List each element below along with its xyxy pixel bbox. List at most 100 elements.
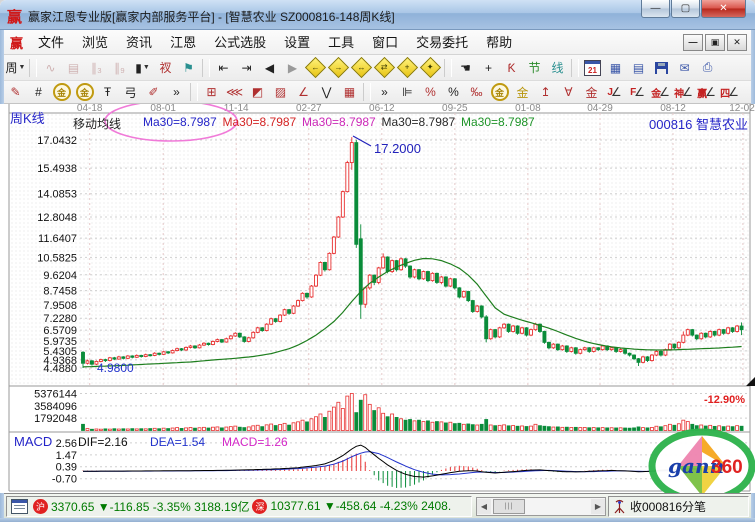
- bar-prev-button[interactable]: ◀: [259, 58, 280, 77]
- period-week-selector-button[interactable]: 周▼: [5, 58, 26, 77]
- price-box-button[interactable]: ▨: [270, 83, 291, 102]
- page-first-button[interactable]: ⇤: [213, 58, 234, 77]
- minimize-button[interactable]: —: [641, 0, 670, 18]
- menu-item-浏览[interactable]: 浏览: [73, 32, 117, 53]
- pct-strike-button[interactable]: %: [420, 83, 441, 102]
- gold-ring-2-button[interactable]: 金: [74, 83, 95, 102]
- gann-jump-right-button[interactable]: →: [328, 58, 349, 77]
- gold-equal-button[interactable]: 金: [581, 83, 602, 102]
- candle-style-button[interactable]: ▮▼: [132, 58, 153, 77]
- coin-paren-button[interactable]: 金: [489, 83, 510, 102]
- arc-bow-tool-button[interactable]: 弓: [120, 83, 141, 102]
- title-bar[interactable]: 赢 赢家江恩专业版[赢家内部服务平台] - [智慧农业 SZ000816-148…: [0, 0, 755, 30]
- menu-item-江恩[interactable]: 江恩: [161, 32, 205, 53]
- gann-swap-button[interactable]: ⇄: [374, 58, 395, 77]
- trend-curves-button[interactable]: ∿: [40, 58, 61, 77]
- mdi-minimize-button[interactable]: —: [683, 34, 703, 51]
- pencil-badge-button[interactable]: ✐: [143, 83, 164, 102]
- bar-next-button[interactable]: ▶: [282, 58, 303, 77]
- scroll-thumb[interactable]: |||: [493, 499, 525, 514]
- menu-item-资讯[interactable]: 资讯: [117, 32, 161, 53]
- angle-gold-button[interactable]: 金∠: [650, 83, 671, 102]
- pencil-tool-button[interactable]: ✎: [5, 83, 26, 102]
- shanghai-icon: 沪: [33, 499, 48, 514]
- calculator-button[interactable]: ▦: [605, 58, 626, 77]
- save-disk-button[interactable]: [651, 58, 672, 77]
- net-transfer-button[interactable]: ✉: [674, 58, 695, 77]
- svg-text:0.39: 0.39: [56, 462, 77, 474]
- volume-bars: [82, 393, 744, 430]
- horizontal-scrollbar[interactable]: ◀ ||| ▶: [476, 497, 606, 516]
- close-button[interactable]: ✕: [701, 0, 746, 18]
- mdi-restore-button[interactable]: ▣: [705, 34, 725, 51]
- gann-cross-button[interactable]: +: [397, 58, 418, 77]
- gold-ring-1-button[interactable]: 金: [51, 83, 72, 102]
- gann-point-button[interactable]: ✦: [420, 58, 441, 77]
- angle-shen-button[interactable]: 神∠: [673, 83, 694, 102]
- menu-item-工具[interactable]: 工具: [319, 32, 363, 53]
- more-tools-2-button[interactable]: »: [374, 83, 395, 102]
- svg-text:4.4880: 4.4880: [43, 363, 77, 375]
- crosshair-button[interactable]: +: [478, 58, 499, 77]
- gold-lines-button[interactable]: 金: [512, 83, 533, 102]
- cycle-9-button[interactable]: ∥₉: [109, 58, 130, 77]
- menu-item-文件[interactable]: 文件: [29, 32, 73, 53]
- gann-jump-left-button[interactable]: ←: [305, 58, 326, 77]
- macd-header-value: DEA=1.54: [150, 435, 205, 449]
- f-ruler-button[interactable]: Ŧ: [97, 83, 118, 102]
- festival-marker-button[interactable]: 节: [524, 58, 545, 77]
- maximize-button[interactable]: ▢: [671, 0, 700, 18]
- menu-item-帮助[interactable]: 帮助: [477, 32, 521, 53]
- chan-lines-button[interactable]: 线: [547, 58, 568, 77]
- fan-in-square-button[interactable]: ◩: [247, 83, 268, 102]
- wave-a-tool-button[interactable]: ∀: [558, 83, 579, 102]
- gann-square-button[interactable]: ⊞: [201, 83, 222, 102]
- ma-caption: 移动均线: [73, 115, 121, 132]
- angle-j-button[interactable]: J∠: [604, 83, 625, 102]
- info-board-button[interactable]: ▤: [63, 58, 84, 77]
- hash-ruler-button[interactable]: #: [28, 83, 49, 102]
- mdi-close-button[interactable]: ✕: [727, 34, 747, 51]
- menu-item-交易委托[interactable]: 交易委托: [407, 32, 477, 53]
- toolbar-separator: [571, 59, 579, 77]
- toolbar-separator: [29, 59, 37, 77]
- gann-expand-h-button[interactable]: ↔: [351, 58, 372, 77]
- wave-zigzag-button[interactable]: ⋁: [316, 83, 337, 102]
- menu-item-窗口[interactable]: 窗口: [363, 32, 407, 53]
- cycle-3-button[interactable]: ∥₃: [86, 58, 107, 77]
- scroll-right-arrow[interactable]: ▶: [591, 499, 605, 514]
- kline-overlay-button[interactable]: 衩: [155, 58, 176, 77]
- menu-item-设置[interactable]: 设置: [275, 32, 319, 53]
- svg-text:08-12: 08-12: [660, 104, 686, 114]
- ma30-value-label: Ma30=8.7987: [223, 115, 297, 129]
- page-last-button[interactable]: ⇥: [236, 58, 257, 77]
- color-lines-button[interactable]: ⚑: [178, 58, 199, 77]
- gann-fan-button[interactable]: ⋘: [224, 83, 245, 102]
- toolbar-separator: [202, 59, 210, 77]
- app-window: 赢 赢家江恩专业版[赢家内部服务平台] - [智慧农业 SZ000816-148…: [0, 0, 755, 522]
- pct-plain-button[interactable]: %: [443, 83, 464, 102]
- scroll-left-arrow[interactable]: ◀: [477, 499, 491, 514]
- angle-si-button[interactable]: 四∠: [719, 83, 740, 102]
- pct-line-button[interactable]: ‰: [466, 83, 487, 102]
- more-tools-1-button[interactable]: »: [166, 83, 187, 102]
- key-measure-button[interactable]: Ƙ: [501, 58, 522, 77]
- angle-ying-button[interactable]: 赢∠: [696, 83, 717, 102]
- marker-pen-button[interactable]: ↥: [535, 83, 556, 102]
- printer-button[interactable]: ⎙: [697, 58, 718, 77]
- svg-text:09-25: 09-25: [442, 104, 468, 114]
- ma30-value-label: Ma30=8.7987: [461, 115, 535, 129]
- toolbar-separator: [190, 83, 198, 101]
- grid-overlay-button[interactable]: ▦: [339, 83, 360, 102]
- measure-bars-button[interactable]: ⊫: [397, 83, 418, 102]
- calendar-21-button[interactable]: 21: [582, 58, 603, 77]
- menu-item-公式选股[interactable]: 公式选股: [205, 32, 275, 53]
- toolbar-drawing: ✎#金金Ŧ弓✐»⊞⋘◩▨∠⋁▦»⊫%%‰金金↥∀金J∠F∠金∠神∠赢∠四∠: [4, 81, 751, 104]
- drag-hand-button[interactable]: ☚: [455, 58, 476, 77]
- shenzhen-index: 10377.61 ▼-458.64 -4.23% 2408.: [270, 499, 451, 513]
- angle-f-button[interactable]: F∠: [627, 83, 648, 102]
- angle-line-button[interactable]: ∠: [293, 83, 314, 102]
- calendar-icon[interactable]: [11, 499, 28, 514]
- ma30-value-label: Ma30=8.7987: [382, 115, 456, 129]
- notepad-button[interactable]: ▤: [628, 58, 649, 77]
